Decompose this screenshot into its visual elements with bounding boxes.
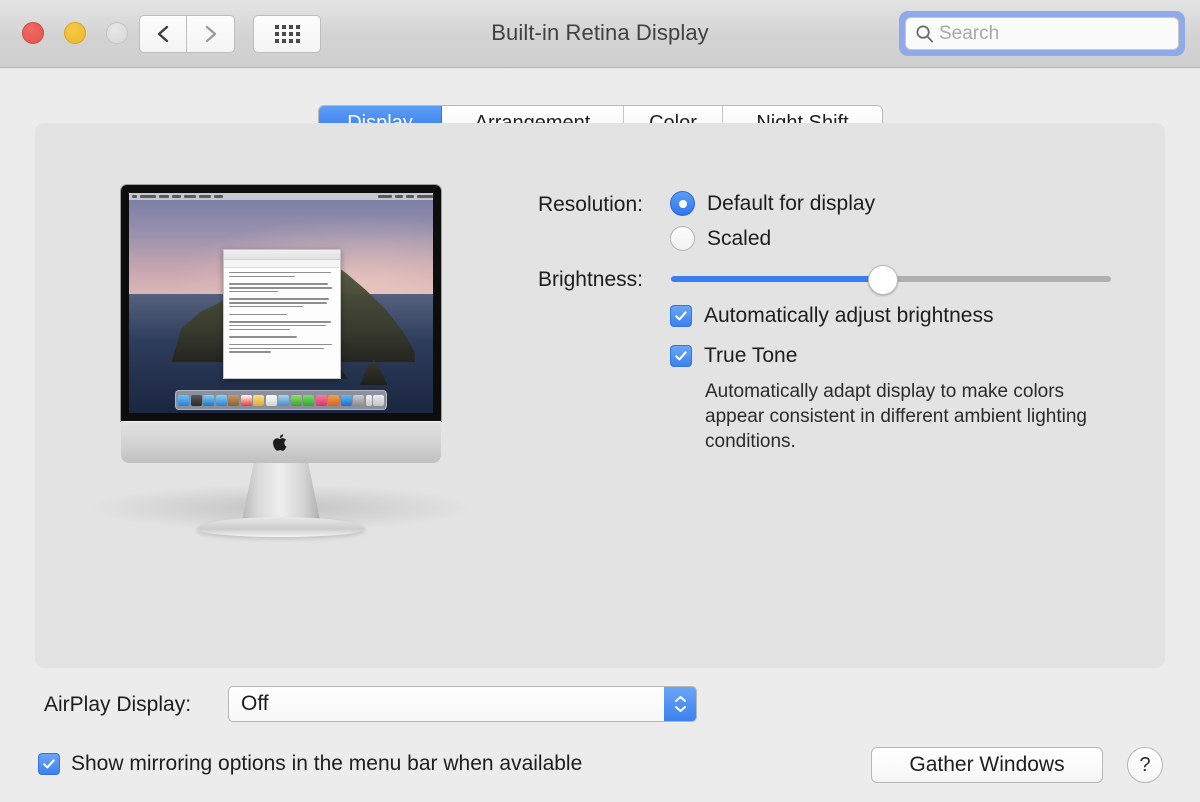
slider-thumb[interactable]: [868, 265, 898, 295]
radio-default-label: Default for display: [707, 192, 875, 216]
window-toolbar: Built-in Retina Display Search: [0, 0, 1200, 68]
preview-window-text: [224, 268, 340, 359]
system-preferences-window: Built-in Retina Display Search Display A…: [0, 0, 1200, 802]
true-tone-description: Automatically adapt display to make colo…: [705, 379, 1125, 454]
checkmark-icon: [674, 309, 688, 323]
checkbox-show-mirroring-label: Show mirroring options in the menu bar w…: [71, 752, 582, 776]
trash-icon: [373, 395, 384, 406]
safari-icon: [203, 395, 214, 406]
gather-windows-button[interactable]: Gather Windows: [871, 747, 1103, 783]
checkmark-icon: [42, 757, 56, 771]
checkbox-show-mirroring-options[interactable]: [38, 753, 60, 775]
imac-stand-foot: [197, 517, 365, 537]
checkbox-true-tone-row[interactable]: True Tone: [670, 344, 797, 368]
facetime-icon: [303, 395, 314, 406]
preview-wallpaper: [129, 200, 433, 413]
brightness-label: Brightness:: [493, 268, 643, 292]
radio-scaled[interactable]: [670, 226, 695, 251]
preview-textedit-window: [223, 249, 341, 379]
checkmark-icon: [674, 349, 688, 363]
apple-logo: [273, 433, 289, 452]
airplay-display-value: Off: [229, 692, 269, 716]
checkbox-true-tone[interactable]: [670, 345, 692, 367]
resolution-label: Resolution:: [493, 193, 643, 217]
help-button[interactable]: ?: [1127, 747, 1163, 783]
contacts-icon: [228, 395, 239, 406]
maps-icon: [278, 395, 289, 406]
chevron-up-icon: [674, 695, 687, 703]
preview-window-titlebar: [224, 250, 340, 260]
search-field[interactable]: Search: [905, 17, 1179, 50]
reminders-icon: [266, 395, 277, 406]
radio-default-for-display[interactable]: [670, 191, 695, 216]
airplay-display-popup[interactable]: Off: [228, 686, 697, 722]
calendar-icon: [241, 395, 252, 406]
imac-screen: [129, 193, 433, 413]
launchpad-icon: [191, 395, 202, 406]
checkbox-true-tone-label: True Tone: [704, 344, 797, 368]
preview-dock: [175, 390, 387, 410]
app-store-icon: [341, 395, 352, 406]
imac-screen-frame: [121, 185, 441, 421]
display-settings-panel: Resolution: Default for display Scaled B…: [35, 123, 1165, 668]
checkbox-auto-brightness-row[interactable]: Automatically adjust brightness: [670, 304, 993, 328]
radio-scaled-label: Scaled: [707, 227, 771, 251]
search-icon: [915, 24, 934, 43]
display-preview-imac: [83, 185, 479, 585]
search-placeholder: Search: [939, 23, 999, 45]
podcasts-icon: [328, 395, 339, 406]
imac-stand: [241, 463, 321, 525]
chevron-down-icon: [674, 705, 687, 713]
messages-icon: [291, 395, 302, 406]
preview-window-toolbar: [224, 260, 340, 268]
checkbox-auto-brightness-label: Automatically adjust brightness: [704, 304, 993, 328]
popup-stepper-arrows[interactable]: [664, 687, 696, 721]
resolution-option-default[interactable]: Default for display: [670, 191, 875, 216]
music-icon: [316, 395, 327, 406]
brightness-slider[interactable]: [671, 267, 1111, 291]
slider-fill: [671, 276, 882, 282]
resolution-option-scaled[interactable]: Scaled: [670, 226, 771, 251]
checkbox-auto-brightness[interactable]: [670, 305, 692, 327]
preview-menu-bar: [129, 193, 433, 200]
finder-icon: [178, 395, 189, 406]
mail-icon: [216, 395, 227, 406]
notes-icon: [253, 395, 264, 406]
system-preferences-icon: [353, 395, 364, 406]
downloads-icon: [366, 395, 372, 406]
search-field-focus-ring: Search: [899, 11, 1185, 56]
airplay-display-label: AirPlay Display:: [44, 693, 191, 717]
mirroring-options-row[interactable]: Show mirroring options in the menu bar w…: [38, 752, 582, 776]
imac-chin: [121, 421, 441, 463]
